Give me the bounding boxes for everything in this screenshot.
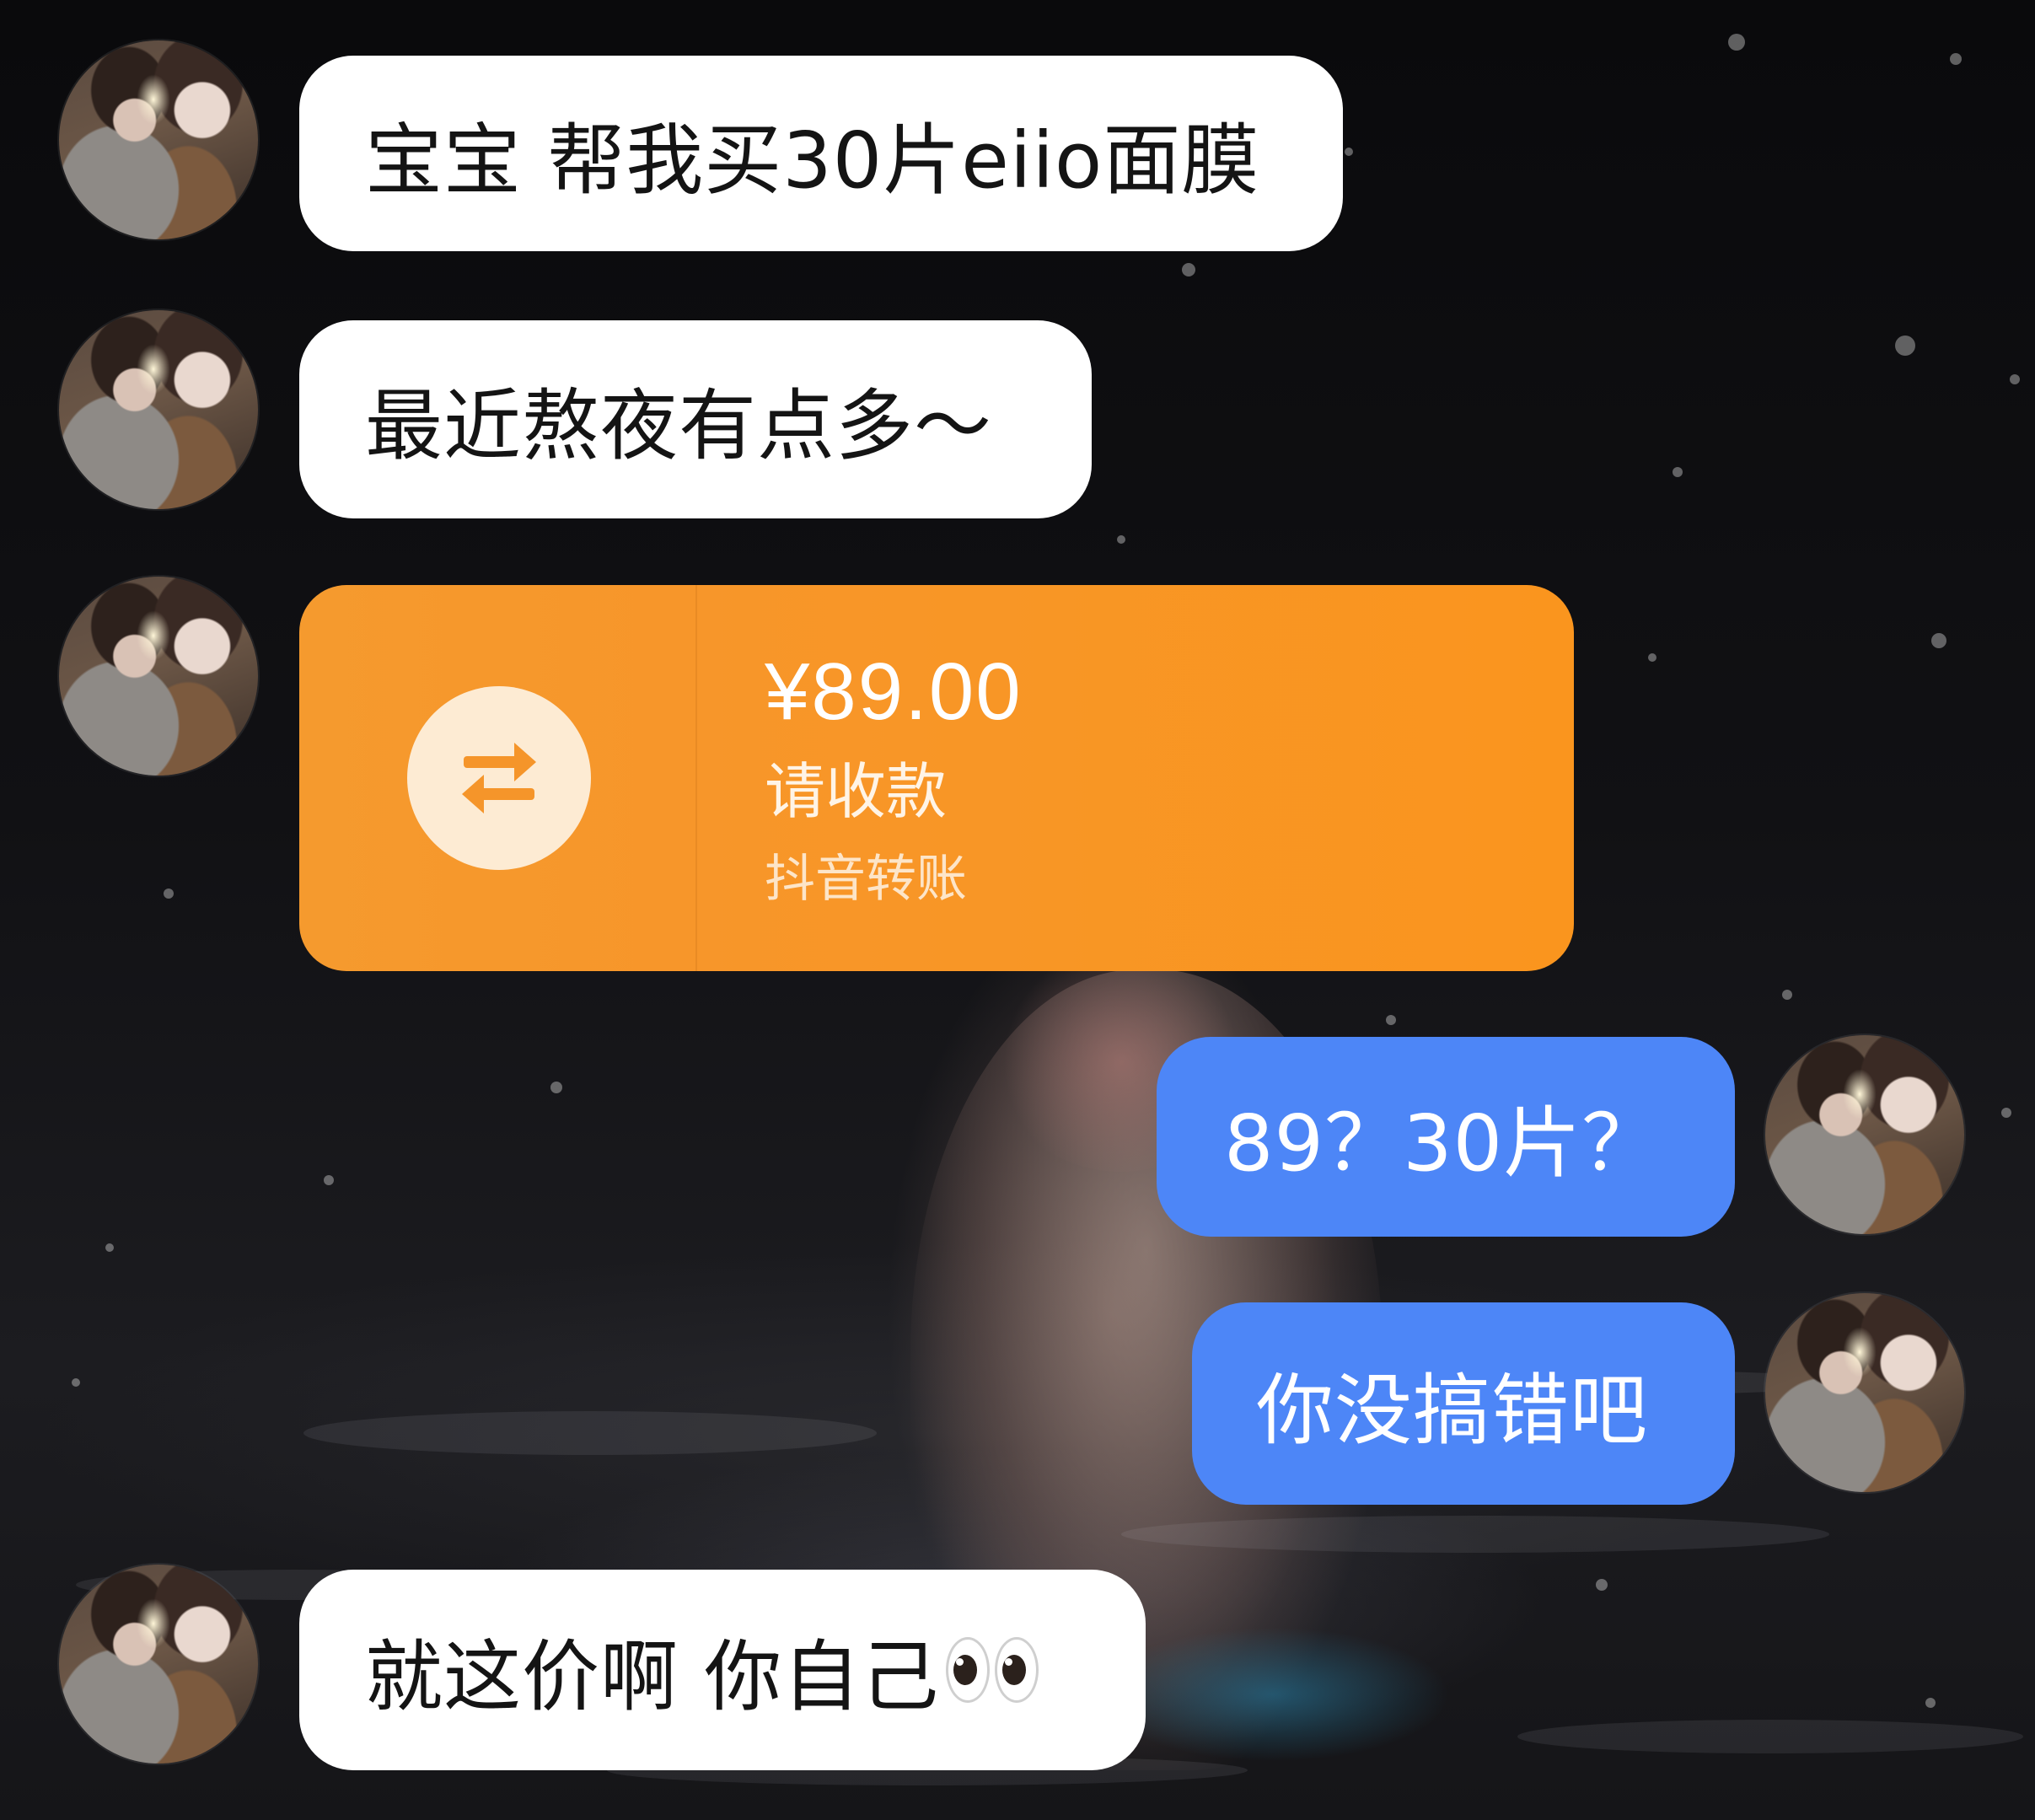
outgoing-message-bubble[interactable]: 89？30片？	[1157, 1037, 1735, 1237]
message-text: 最近熬夜有点多～	[365, 381, 993, 471]
card-divider	[695, 585, 697, 971]
contact-avatar[interactable]	[59, 577, 258, 776]
incoming-message-bubble[interactable]: 宝宝 帮我买30片eiio面膜	[299, 56, 1343, 251]
outgoing-message-bubble[interactable]: 你没搞错吧	[1192, 1302, 1735, 1505]
message-text: 就这价啊 你自己	[365, 1631, 940, 1722]
message-text: 宝宝 帮我买30片eiio面膜	[365, 115, 1260, 206]
message-text: 你没搞错吧	[1256, 1365, 1649, 1456]
transfer-amount: ¥89.00	[765, 647, 1023, 737]
eyes-emoji	[946, 1637, 1039, 1703]
incoming-message-bubble[interactable]: 最近熬夜有点多～	[299, 320, 1092, 518]
contact-avatar[interactable]	[59, 40, 258, 239]
user-avatar[interactable]	[1765, 1293, 1964, 1492]
transfer-arrows-icon	[407, 686, 591, 870]
transfer-request-card[interactable]: ¥89.00 请收款 抖音转账	[299, 585, 1574, 971]
incoming-message-bubble[interactable]: 就这价啊 你自己	[299, 1570, 1146, 1770]
transfer-label: 请收款	[765, 756, 948, 827]
message-text: 89？30片？	[1224, 1098, 1661, 1189]
contact-avatar[interactable]	[59, 1565, 258, 1764]
user-avatar[interactable]	[1765, 1035, 1964, 1234]
transfer-source: 抖音转账	[765, 850, 967, 909]
contact-avatar[interactable]	[59, 310, 258, 509]
